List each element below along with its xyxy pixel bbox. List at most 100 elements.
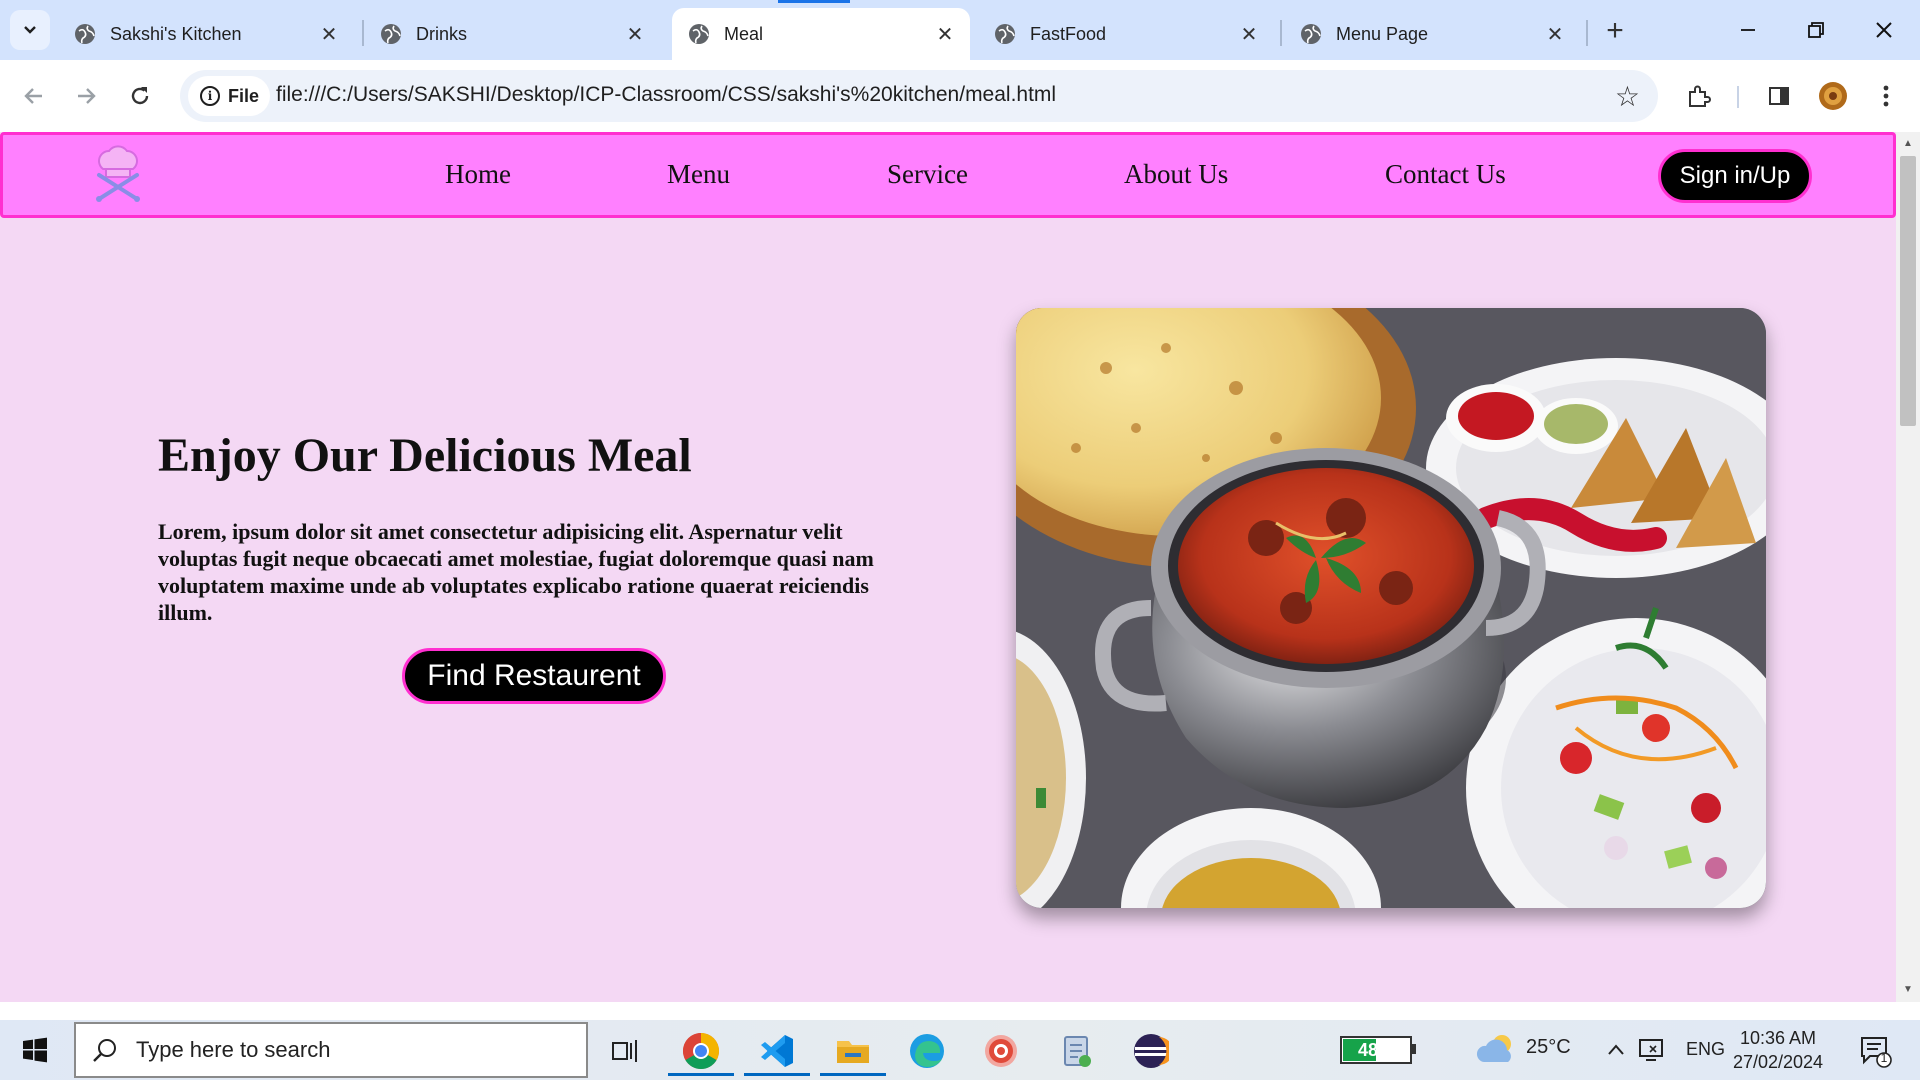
restore-icon <box>1808 22 1824 38</box>
tab-drinks[interactable]: Drinks ✕ <box>364 8 660 60</box>
scroll-up-arrow-icon[interactable]: ▲ <box>1902 138 1914 150</box>
tab-divider <box>1586 20 1588 46</box>
page-bottom-strip <box>0 1002 1920 1020</box>
close-icon[interactable]: ✕ <box>1238 23 1260 46</box>
battery-percentage: 48% <box>1357 1039 1395 1060</box>
chevron-down-icon <box>24 26 36 34</box>
site-info-label: File <box>228 85 260 106</box>
nav-link-menu[interactable]: Menu <box>667 159 730 190</box>
close-icon <box>1876 22 1892 38</box>
windows-taskbar: Type here to search 48% 25°C ENG 10:36 A… <box>0 1020 1920 1080</box>
browser-menu-button[interactable] <box>1864 74 1908 118</box>
close-window-button[interactable] <box>1854 10 1914 50</box>
sign-in-button[interactable]: Sign in/Up <box>1658 149 1812 203</box>
toolbar-divider <box>1737 86 1739 108</box>
side-panel-icon <box>1769 87 1789 105</box>
close-icon[interactable]: ✕ <box>624 23 646 46</box>
weather-cloud-icon[interactable] <box>1476 1032 1518 1066</box>
taskbar-edge[interactable] <box>890 1026 964 1076</box>
task-view-button[interactable] <box>588 1026 662 1076</box>
arrow-right-icon <box>78 88 96 104</box>
start-button[interactable] <box>12 1030 58 1070</box>
clock-time: 10:36 AM <box>1739 1028 1817 1048</box>
tab-menu-page[interactable]: Menu Page ✕ <box>1284 8 1580 60</box>
site-navbar: Home Menu Service About Us Contact Us Si… <box>0 132 1896 218</box>
avatar-icon <box>1819 82 1847 110</box>
weather-temperature[interactable]: 25°C <box>1526 1036 1571 1059</box>
tab-title: Sakshi's Kitchen <box>110 23 242 44</box>
chef-hat-logo-icon[interactable] <box>87 143 149 205</box>
notification-center-button[interactable]: 1 <box>1858 1034 1892 1068</box>
tab-title: Meal <box>724 23 764 44</box>
battery-tip <box>1412 1044 1416 1054</box>
taskbar-vscode[interactable] <box>740 1026 814 1076</box>
site-info-chip[interactable]: i File <box>188 76 270 116</box>
search-placeholder: Type here to search <box>136 1037 331 1062</box>
tab-meal[interactable]: Meal ✕ <box>672 8 970 60</box>
close-icon[interactable]: ✕ <box>934 23 956 46</box>
clock-date: 27/02/2024 <box>1732 1052 1824 1072</box>
new-tab-button[interactable]: + <box>1598 14 1632 48</box>
hero-description: Lorem, ipsum dolor sit amet consectetur … <box>158 519 874 625</box>
edge-icon <box>910 1034 944 1068</box>
tab-title: Drinks <box>416 23 468 44</box>
forward-button[interactable] <box>64 74 108 118</box>
taskbar-screen-recorder[interactable] <box>964 1026 1038 1076</box>
taskbar-file-explorer[interactable] <box>816 1026 890 1076</box>
close-icon[interactable]: ✕ <box>1544 23 1566 46</box>
scroll-down-arrow-icon[interactable]: ▼ <box>1902 984 1914 996</box>
page-scrollbar[interactable]: ▲ ▼ <box>1896 132 1920 1002</box>
file-explorer-icon <box>837 1041 869 1063</box>
tab-search-button[interactable] <box>10 10 50 50</box>
browser-toolbar: i File file:///C:/Users/SAKSHI/Desktop/I… <box>0 60 1920 132</box>
screen-recorder-icon <box>985 1035 1017 1067</box>
battery-indicator[interactable]: 48% <box>1340 1036 1412 1064</box>
show-hidden-icons-icon[interactable] <box>1606 1040 1626 1060</box>
info-icon: i <box>200 86 220 106</box>
minimize-button[interactable] <box>1718 10 1778 50</box>
profile-avatar[interactable] <box>1811 74 1855 118</box>
task-view-icon <box>612 1040 637 1062</box>
tab-fastfood[interactable]: FastFood ✕ <box>978 8 1274 60</box>
taskbar-notepad[interactable] <box>1040 1026 1114 1076</box>
scrollbar-thumb[interactable] <box>1900 156 1916 426</box>
tab-strip: Sakshi's Kitchen ✕ Drinks ✕ Meal ✕ FastF… <box>0 0 1920 60</box>
nav-link-about-us[interactable]: About Us <box>1124 159 1228 190</box>
more-vertical-icon <box>1883 85 1889 107</box>
windows-logo-icon <box>23 1037 47 1063</box>
back-button[interactable] <box>12 74 56 118</box>
nav-link-contact-us[interactable]: Contact Us <box>1385 159 1506 190</box>
side-panel-button[interactable] <box>1757 74 1801 118</box>
web-page: Home Menu Service About Us Contact Us Si… <box>0 132 1920 1002</box>
taskbar-search-box[interactable]: Type here to search <box>74 1022 588 1078</box>
bookmark-star-icon[interactable]: ☆ <box>1615 80 1640 113</box>
meal-illustration <box>1016 308 1766 908</box>
tab-title: FastFood <box>1030 23 1107 44</box>
hero-title: Enjoy Our Delicious Meal <box>158 429 692 482</box>
arrow-left-icon <box>24 88 42 104</box>
reload-button[interactable] <box>118 74 162 118</box>
url-text[interactable]: file:///C:/Users/SAKSHI/Desktop/ICP-Clas… <box>276 83 1056 107</box>
eclipse-icon <box>1134 1034 1169 1068</box>
address-bar[interactable]: i File file:///C:/Users/SAKSHI/Desktop/I… <box>180 70 1658 122</box>
extensions-button[interactable] <box>1677 74 1721 118</box>
system-clock[interactable]: 10:36 AM 27/02/2024 <box>1730 1026 1826 1074</box>
tab-title: Menu Page <box>1336 23 1429 44</box>
globe-icon <box>1301 24 1321 44</box>
minimize-icon <box>1741 29 1755 31</box>
restore-button[interactable] <box>1786 10 1846 50</box>
network-icon[interactable] <box>1638 1036 1666 1062</box>
taskbar-chrome[interactable] <box>664 1026 738 1076</box>
language-indicator[interactable]: ENG <box>1686 1039 1725 1060</box>
nav-link-home[interactable]: Home <box>445 159 511 190</box>
close-icon[interactable]: ✕ <box>318 23 340 46</box>
globe-icon <box>75 24 95 44</box>
loading-indicator <box>778 0 850 3</box>
taskbar-eclipse[interactable] <box>1114 1026 1188 1076</box>
nav-link-service[interactable]: Service <box>887 159 968 190</box>
find-restaurant-button[interactable]: Find Restaurent <box>402 648 666 704</box>
tab-divider <box>1280 20 1282 46</box>
tab-sakshis-kitchen[interactable]: Sakshi's Kitchen ✕ <box>58 8 354 60</box>
chrome-icon <box>682 1033 720 1070</box>
notification-count: 1 <box>1880 1051 1888 1065</box>
